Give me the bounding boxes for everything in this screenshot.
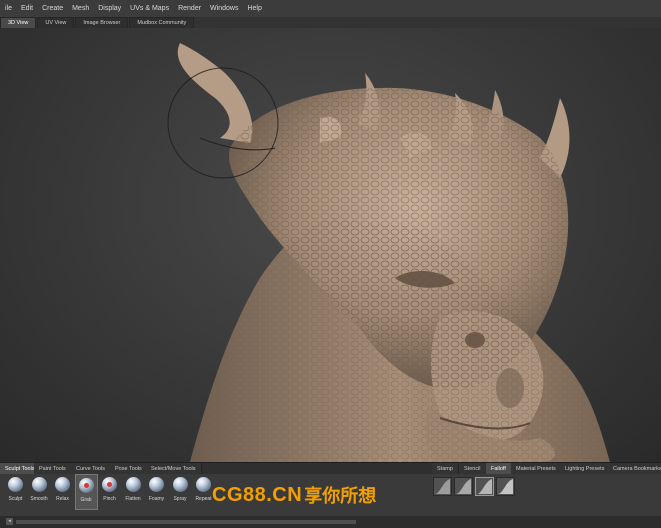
menu-item-uvs-maps[interactable]: UVs & Maps [125, 0, 173, 17]
menu-item-mesh[interactable]: Mesh [67, 0, 93, 17]
menubar: ile Edit Create Mesh Display UVs & Maps Render… [0, 0, 661, 18]
view-tab-3d-view[interactable]: 3D View [0, 17, 37, 28]
grab-icon [78, 478, 94, 493]
tool-pinch[interactable]: Pinch [98, 474, 121, 510]
3d-viewport[interactable] [0, 28, 661, 462]
tool-label: Pinch [103, 496, 116, 502]
falloff-curve-icon[interactable] [475, 477, 494, 496]
view-tabbar: 3D View UV View Image Browser Mudbox Commun… [0, 17, 661, 28]
repeat-icon [196, 477, 211, 492]
foamy-icon [149, 477, 164, 492]
view-tab-image-browser[interactable]: Image Browser [75, 17, 129, 28]
watermark-cjk: 享你所想 [304, 486, 377, 507]
menu-item-render[interactable]: Render [173, 0, 205, 17]
menu-item-help[interactable]: Help [242, 0, 265, 17]
tool-flatten[interactable]: Flatten [122, 474, 145, 510]
tool-label: Flatten [125, 496, 141, 502]
falloff-shelf [433, 474, 661, 519]
menu-item-ile[interactable]: ile [0, 0, 16, 17]
smooth-icon [31, 477, 47, 492]
pinch-icon [102, 477, 117, 492]
tool-label: Smooth [30, 496, 48, 502]
flatten-icon [125, 477, 141, 492]
menu-item-display[interactable]: Display [93, 0, 125, 17]
tool-grab[interactable]: Grab [74, 474, 98, 510]
spray-icon [172, 477, 188, 492]
tool-label: Relax [56, 496, 69, 502]
falloff-curve-icon[interactable] [454, 477, 473, 496]
view-tab-uv-view[interactable]: UV View [37, 17, 75, 28]
menu-item-windows[interactable]: Windows [205, 0, 242, 17]
relax-icon [55, 477, 70, 492]
watermark-latin: CG88.CN [212, 483, 303, 506]
falloff-curve-icon[interactable] [433, 477, 452, 496]
view-tab-mudbox-community[interactable]: Mudbox Community [129, 17, 195, 28]
menu-item-create[interactable]: Create [37, 0, 67, 17]
tool-sculpt[interactable]: Sculpt [4, 474, 27, 510]
scroll-left-button[interactable]: ◂ [6, 518, 13, 525]
falloff-curve-icon[interactable] [496, 477, 515, 496]
tool-label: Grab [80, 497, 92, 503]
tool-foamy[interactable]: Foamy [145, 474, 168, 510]
scroll-track[interactable] [16, 520, 356, 524]
tool-label: Repeat [195, 496, 212, 502]
menu-item-edit[interactable]: Edit [16, 0, 37, 17]
tool-smooth[interactable]: Smooth [28, 474, 51, 510]
sculpt-model [167, 43, 610, 462]
tool-label: Spray [173, 496, 187, 502]
tool-label: Sculpt [8, 496, 23, 502]
tool-spray[interactable]: Spray [169, 474, 192, 510]
tray-scrollbar[interactable]: ◂ [0, 516, 661, 528]
tool-label: Foamy [148, 496, 165, 502]
tool-relax[interactable]: Relax [51, 474, 74, 510]
watermark: CG88.CN 享你所想 [212, 482, 376, 508]
sculpt-icon [8, 477, 23, 492]
